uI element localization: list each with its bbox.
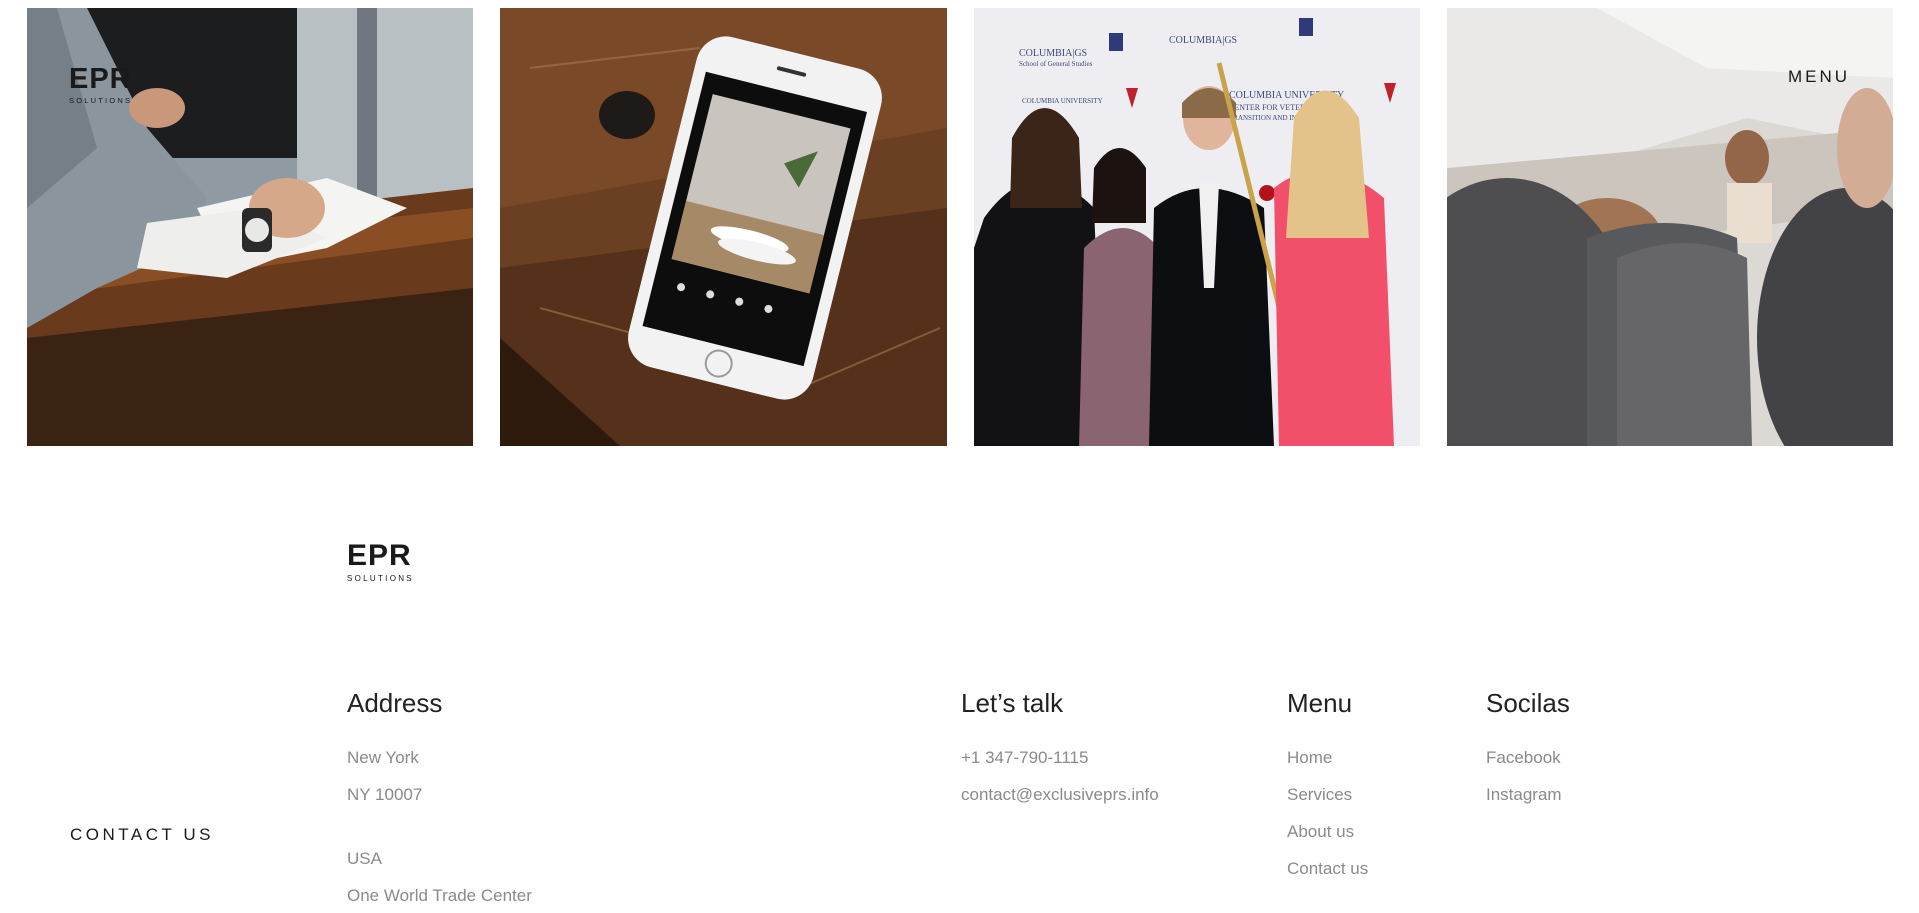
address-building: One World Trade Center xyxy=(347,886,532,905)
instagram-link[interactable]: Instagram xyxy=(1486,776,1570,813)
email-link[interactable]: contact@exclusiveprs.info xyxy=(961,776,1159,813)
footer-logo-subtitle: SOLUTIONS xyxy=(347,574,414,583)
lets-talk-title: Let’s talk xyxy=(961,688,1064,718)
footer-logo[interactable]: EPR SOLUTIONS xyxy=(347,540,423,586)
footer-logo-mark: EPR xyxy=(347,539,412,572)
photo-event-group: COLUMBIA|GS School of General Studies CO… xyxy=(974,8,1420,446)
footer-menu-services[interactable]: Services xyxy=(1287,776,1368,813)
svg-text:COLUMBIA|GS: COLUMBIA|GS xyxy=(1019,48,1087,59)
address-zip: NY 10007 xyxy=(347,785,423,804)
socials-column: Socilas Facebook Instagram xyxy=(1486,687,1570,813)
gallery-photo-3[interactable]: COLUMBIA|GS School of General Studies CO… xyxy=(974,8,1420,446)
facebook-link[interactable]: Facebook xyxy=(1486,739,1570,776)
address-column: Address New York NY 10007 USA One World … xyxy=(347,687,532,913)
gallery-photo-2[interactable] xyxy=(500,8,947,446)
phone-link[interactable]: +1 347-790-1115 xyxy=(961,739,1159,776)
address-city: New York xyxy=(347,748,419,767)
svg-text:School of General Studies: School of General Studies xyxy=(1019,60,1093,68)
footer-menu-column: Menu Home Services About us Contact us xyxy=(1287,687,1368,887)
address-title: Address xyxy=(347,688,443,718)
photo-gallery: COLUMBIA|GS School of General Studies CO… xyxy=(27,8,1893,446)
svg-text:COLUMBIA UNIVERSITY: COLUMBIA UNIVERSITY xyxy=(1022,97,1103,105)
footer-menu-home[interactable]: Home xyxy=(1287,739,1368,776)
site-logo[interactable]: EPR SOLUTIONS xyxy=(69,64,145,110)
footer-menu-about[interactable]: About us xyxy=(1287,813,1368,850)
contact-us-link[interactable]: CONTACT US xyxy=(70,825,214,845)
footer-menu-title: Menu xyxy=(1287,688,1353,718)
logo-mark: EPR xyxy=(69,63,132,95)
address-country: USA xyxy=(347,849,382,868)
svg-text:COLUMBIA|GS: COLUMBIA|GS xyxy=(1169,35,1237,46)
lets-talk-column: Let’s talk +1 347-790-1115 contact@exclu… xyxy=(961,687,1159,813)
menu-button[interactable]: MENU xyxy=(1788,67,1850,87)
logo-subtitle: SOLUTIONS xyxy=(69,96,133,105)
footer-menu-contact[interactable]: Contact us xyxy=(1287,850,1368,887)
socials-title: Socilas xyxy=(1486,688,1570,718)
photo-phone-on-table xyxy=(500,8,947,446)
